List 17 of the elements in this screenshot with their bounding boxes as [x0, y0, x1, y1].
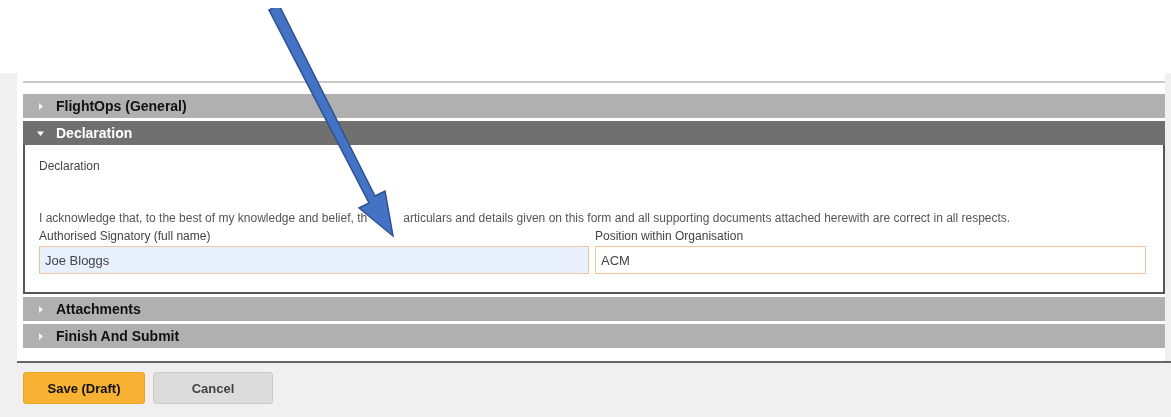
cancel-button[interactable]: Cancel — [153, 372, 273, 404]
section-heading: Declaration — [39, 159, 101, 173]
caret-right-icon — [37, 102, 44, 110]
section-header[interactable]: Declaration — [23, 121, 1165, 145]
caret-right-icon — [37, 332, 44, 340]
section-header[interactable]: Attachments — [23, 297, 1165, 321]
caret-down-icon — [37, 129, 44, 137]
declaration-text: articulars and details given on this form and all supporting documents attached herewith are correct in all respects. — [403, 211, 1011, 225]
field-label: Position within Organisation — [595, 229, 745, 243]
save-button[interactable]: Save (Draft) — [23, 372, 145, 404]
caret-right-icon — [37, 305, 44, 313]
text-field[interactable]: ACM — [595, 246, 1146, 274]
field-label: Authorised Signatory (full name) — [39, 229, 212, 243]
section-header[interactable]: Finish And Submit — [23, 324, 1165, 348]
section-header[interactable]: FlightOps (General) — [23, 94, 1165, 118]
declaration-text: I acknowledge that, to the best of my knowledge and belief, th — [39, 211, 368, 225]
text-field[interactable]: Joe Bloggs — [39, 246, 589, 274]
